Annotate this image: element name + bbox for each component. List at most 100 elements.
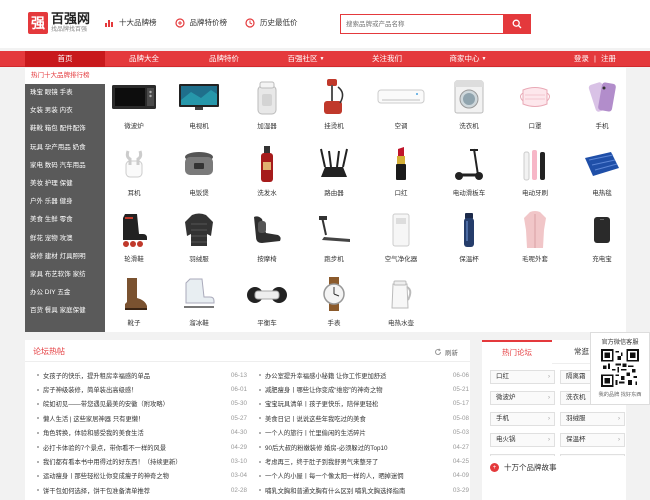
product-item[interactable]: 口红 <box>368 138 434 200</box>
tab-frequent[interactable]: 常逛 <box>574 340 589 364</box>
product-item[interactable]: 跑步机 <box>301 204 367 266</box>
hot-forum-button[interactable]: 口红 › <box>490 370 555 384</box>
product-item[interactable]: 空气净化器 <box>368 204 434 266</box>
forum-post-row[interactable]: 一个人的旅行丨忙里偷闲的生活碎片 05-03 <box>257 426 469 440</box>
forum-post-title[interactable]: 哺乳文胸和普通文胸有什么区别 哺乳文胸选择指南 <box>265 486 445 495</box>
forum-post-row[interactable]: 减肥瘦身丨哪些让你变成“维密”的神奇之物 05-21 <box>257 382 469 396</box>
sidebar-item[interactable]: 百货 餐具 家庭保健 <box>25 302 105 320</box>
hot-forum-button[interactable]: 微波炉 › <box>490 391 555 405</box>
site-logo[interactable]: 强 百强网 找品牌找百强 <box>28 12 90 34</box>
product-item[interactable]: 按摩椅 <box>234 204 300 266</box>
forum-post-row[interactable]: 宝宝玩具清单丨孩子更快乐，陪伴更轻松 05-17 <box>257 397 469 411</box>
forum-post-title[interactable]: 运动瘦身丨那些轻松让你变成瘦子的神奇之物 <box>43 471 223 480</box>
product-item[interactable]: 手机 <box>569 71 635 133</box>
forum-post-row[interactable]: 皖如初见——带您遇见最美的安徽（附攻略） 05-30 <box>35 397 247 411</box>
forum-post-title[interactable]: 美食日记丨说说这些年我吃过的美食 <box>265 414 445 423</box>
forum-post-row[interactable]: 女孩子的快乐，提升租房幸福感的单品 06-13 <box>35 368 247 382</box>
forum-post-row[interactable]: 美食日记丨说说这些年我吃过的美食 05-08 <box>257 411 469 425</box>
product-item[interactable]: 毛呢外套 <box>502 204 568 266</box>
sidebar-item[interactable]: 珠宝 眼镜 手表 <box>25 84 105 102</box>
product-item[interactable]: 洗发水 <box>234 138 300 200</box>
tab-hot-forum[interactable]: 热门论坛 <box>482 340 552 364</box>
sidebar-item[interactable]: 美食 生鲜 零食 <box>25 211 105 229</box>
forum-post-title[interactable]: 饼干包如何选择，饼干包准备清单推荐 <box>43 486 223 495</box>
forum-post-row[interactable]: 办公室提升幸福感小秘籍 让你工作更加舒适 06-06 <box>257 368 469 382</box>
sidebar-item[interactable]: 办公 DIY 五金 <box>25 284 105 302</box>
forum-post-row[interactable]: 90后大叔的粉嫩装修 婚房-必须躲过的Top10 04-27 <box>257 440 469 454</box>
forum-post-title[interactable]: 办公室提升幸福感小秘籍 让你工作更加舒适 <box>265 371 445 380</box>
hot-forum-button[interactable]: 保温杯 › <box>560 433 625 447</box>
forum-post-row[interactable]: 饼干包如何选择，饼干包准备清单推荐 02-28 <box>35 483 247 497</box>
nav-merchant[interactable]: 商家中心 ▼ <box>436 51 500 67</box>
sidebar-item[interactable]: 家具 布艺软饰 家纺 <box>25 266 105 284</box>
sidebar-item[interactable]: 鞋靴 箱包 配件配饰 <box>25 120 105 138</box>
search-input[interactable] <box>341 15 503 33</box>
product-item[interactable]: 溜冰鞋 <box>166 268 232 330</box>
hot-forum-button[interactable]: 手机 › <box>490 412 555 426</box>
product-item[interactable]: 平衡车 <box>234 268 300 330</box>
product-item[interactable]: 口罩 <box>502 71 568 133</box>
top-link-ranking[interactable]: 十大品牌榜 <box>104 17 157 28</box>
forum-post-title[interactable]: 减肥瘦身丨哪些让你变成“维密”的神奇之物 <box>265 385 445 394</box>
brand-story-header[interactable]: + 十万个品牌故事 <box>490 462 557 473</box>
forum-post-title[interactable]: 必打卡体验的7个景点，带你看不一样的风景 <box>43 443 223 452</box>
forum-post-title[interactable]: 一个人的旅行丨忙里偷闲的生活碎片 <box>265 428 445 437</box>
product-item[interactable]: 保温杯 <box>436 204 502 266</box>
register-link[interactable]: 注册 <box>601 54 616 63</box>
nav-deals[interactable]: 品牌特价 <box>193 51 255 67</box>
product-item[interactable]: 电热毯 <box>569 138 635 200</box>
forum-post-row[interactable]: 考虑再三，终于肚子到我舒男气来整牙了 04-25 <box>257 454 469 468</box>
product-item[interactable]: 电动牙刷 <box>502 138 568 200</box>
sidebar-item[interactable]: 美妆 护理 保健 <box>25 175 105 193</box>
hot-forum-button[interactable]: 羽绒服 › <box>560 412 625 426</box>
forum-post-row[interactable]: 一个人的小屋丨每一个像太阳一样的人，晒掉迷惘 04-09 <box>257 469 469 483</box>
login-link[interactable]: 登录 <box>574 54 589 63</box>
sidebar-item[interactable]: 家电 数码 汽车用品 <box>25 157 105 175</box>
forum-post-title[interactable]: 我们都有看本书中用得过的好东西！（持续更新） <box>43 457 223 466</box>
product-item[interactable]: 耳机 <box>101 138 167 200</box>
product-item[interactable]: 靴子 <box>101 268 167 330</box>
top-link-lowest[interactable]: 历史最低价 <box>245 17 298 28</box>
forum-post-title[interactable]: 女孩子的快乐，提升租房幸福感的单品 <box>43 371 223 380</box>
product-item[interactable]: 加湿器 <box>234 71 300 133</box>
product-item[interactable]: 手表 <box>301 268 367 330</box>
forum-post-title[interactable]: 皖如初见——带您遇见最美的安徽（附攻略） <box>43 399 223 408</box>
sidebar-item[interactable]: 玩具 孕产用品 奶食 <box>25 139 105 157</box>
nav-home[interactable]: 首页 <box>25 51 105 67</box>
forum-post-row[interactable]: 角色转换，体验和感受我的美食生活 04-30 <box>35 426 247 440</box>
top-link-deals[interactable]: 品牌特价榜 <box>174 17 227 28</box>
forum-post-title[interactable]: 一个人的小屋丨每一个像太阳一样的人，晒掉迷惘 <box>265 471 445 480</box>
forum-post-row[interactable]: 懒人生活 | 这些家居神器 只有更懒！ 05-27 <box>35 411 247 425</box>
product-item[interactable]: 电热水壶 <box>368 268 434 330</box>
sidebar-item[interactable]: 鲜花 宠物 攻澳 <box>25 230 105 248</box>
forum-post-title[interactable]: 房子神级装修，简单装出高级感！ <box>43 385 223 394</box>
nav-community[interactable]: 百强社区 ▼ <box>274 51 338 67</box>
product-item[interactable]: 挂烫机 <box>301 71 367 133</box>
hot-forum-button[interactable]: 电火锅 › <box>490 433 555 447</box>
forum-post-row[interactable]: 哺乳文胸和普通文胸有什么区别 哺乳文胸选择指南 03-29 <box>257 483 469 497</box>
forum-post-title[interactable]: 90后大叔的粉嫩装修 婚房-必须躲过的Top10 <box>265 443 445 452</box>
forum-post-title[interactable]: 考虑再三，终于肚子到我舒男气来整牙了 <box>265 457 445 466</box>
sidebar-item[interactable]: 女装 男装 内衣 <box>25 102 105 120</box>
forum-post-title[interactable]: 懒人生活 | 这些家居神器 只有更懒！ <box>43 414 223 423</box>
forum-post-row[interactable]: 运动瘦身丨那些轻松让你变成瘦子的神奇之物 03-04 <box>35 469 247 483</box>
forum-post-title[interactable]: 宝宝玩具清单丨孩子更快乐，陪伴更轻松 <box>265 399 445 408</box>
forum-post-row[interactable]: 我们都有看本书中用得过的好东西！（持续更新） 03-10 <box>35 454 247 468</box>
sidebar-item[interactable]: 装修 建材 灯具照明 <box>25 248 105 266</box>
product-item[interactable]: 电视机 <box>166 71 232 133</box>
forum-post-row[interactable]: 房子神级装修，简单装出高级感！ 06-01 <box>35 382 247 396</box>
product-item[interactable]: 微波炉 <box>101 71 167 133</box>
nav-follow[interactable]: 关注我们 <box>356 51 418 67</box>
product-item[interactable]: 轮滑鞋 <box>101 204 167 266</box>
product-item[interactable]: 路由器 <box>301 138 367 200</box>
product-item[interactable]: 电饭煲 <box>166 138 232 200</box>
product-item[interactable]: 充电宝 <box>569 204 635 266</box>
product-item[interactable]: 空调 <box>368 71 434 133</box>
forum-post-row[interactable]: 必打卡体验的7个景点，带你看不一样的风景 04-29 <box>35 440 247 454</box>
search-button[interactable] <box>503 15 530 33</box>
product-item[interactable]: 洗衣机 <box>436 71 502 133</box>
refresh-button[interactable]: 刷新 <box>434 347 458 357</box>
sidebar-item[interactable]: 户外 乐器 健身 <box>25 193 105 211</box>
product-item[interactable]: 羽绒服 <box>166 204 232 266</box>
nav-brands[interactable]: 品牌大全 <box>113 51 175 67</box>
